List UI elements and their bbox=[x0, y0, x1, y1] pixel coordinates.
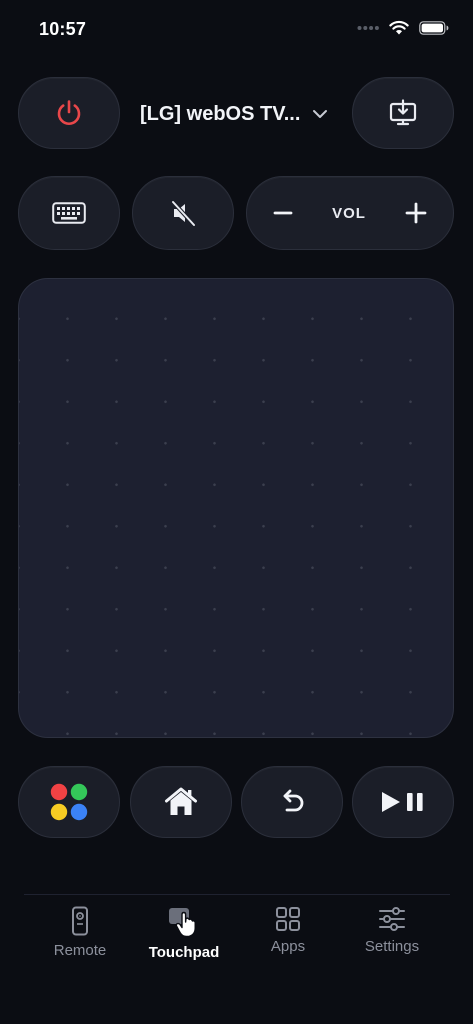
nav-label-touchpad: Touchpad bbox=[148, 944, 220, 961]
sliders-icon bbox=[379, 907, 405, 931]
remote-icon bbox=[72, 906, 88, 936]
nav-item-settings[interactable]: Settings bbox=[342, 906, 442, 976]
mute-icon bbox=[171, 200, 196, 227]
play-pause-icon bbox=[382, 792, 423, 812]
chevron-down-icon bbox=[313, 110, 328, 118]
mute-button[interactable] bbox=[132, 176, 234, 250]
home-icon bbox=[165, 787, 197, 815]
back-arrow-icon bbox=[283, 789, 304, 812]
touchpad-icon bbox=[169, 908, 196, 938]
keyboard-button[interactable] bbox=[18, 176, 120, 250]
nav-label-remote: Remote bbox=[53, 942, 107, 959]
color-keys-button[interactable] bbox=[18, 766, 120, 838]
nav-item-apps[interactable]: Apps bbox=[238, 906, 338, 976]
nav-label-apps: Apps bbox=[270, 938, 306, 955]
nav-item-touchpad[interactable]: Touchpad bbox=[134, 906, 234, 976]
keyboard-icon bbox=[52, 202, 86, 224]
status-icons bbox=[357, 20, 449, 35]
battery-icon bbox=[419, 20, 449, 35]
volume-control: VOL bbox=[246, 176, 454, 250]
nav-item-remote[interactable]: Remote bbox=[30, 906, 130, 976]
volume-label: VOL bbox=[332, 204, 366, 222]
back-button[interactable] bbox=[241, 766, 343, 838]
input-source-button[interactable] bbox=[352, 77, 454, 149]
color-dots-icon bbox=[50, 783, 88, 821]
volume-down-button[interactable] bbox=[273, 203, 293, 223]
device-selector[interactable]: [LG] webOS TV... bbox=[140, 100, 340, 128]
cellular-signal-icon bbox=[357, 25, 379, 30]
device-name: [LG] webOS TV... bbox=[140, 102, 301, 125]
touchpad-area[interactable] bbox=[18, 278, 454, 738]
nav-label-settings: Settings bbox=[364, 938, 420, 955]
play-pause-button[interactable] bbox=[352, 766, 454, 838]
status-time: 10:57 bbox=[39, 19, 87, 39]
home-button[interactable] bbox=[130, 766, 232, 838]
power-button[interactable] bbox=[18, 77, 120, 149]
input-source-icon bbox=[389, 99, 417, 126]
nav-divider bbox=[24, 894, 450, 895]
power-icon bbox=[57, 100, 81, 126]
wifi-icon bbox=[389, 20, 409, 35]
volume-up-button[interactable] bbox=[405, 202, 427, 224]
apps-grid-icon bbox=[276, 907, 300, 931]
